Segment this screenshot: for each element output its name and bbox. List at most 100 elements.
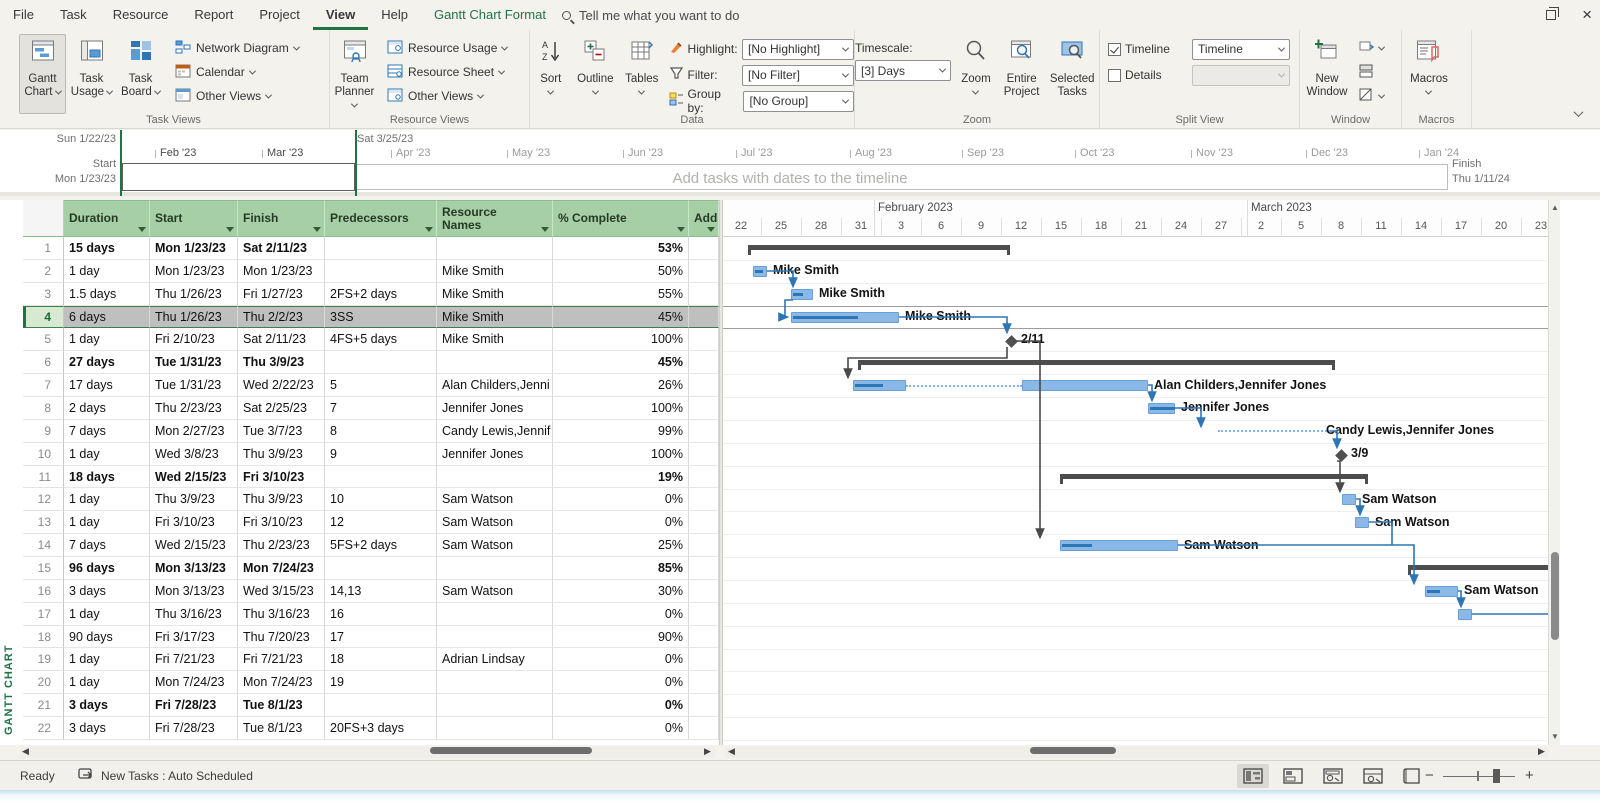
table-cell[interactable]: Thu 2/23/23 xyxy=(238,534,325,557)
zoom-slider-track[interactable] xyxy=(1443,776,1515,778)
table-cell[interactable]: 0% xyxy=(553,648,689,671)
table-cell[interactable]: Fri 3/10/23 xyxy=(238,466,325,489)
table-cell[interactable]: 0% xyxy=(553,603,689,626)
table-cell[interactable]: 45% xyxy=(553,306,689,329)
task-usage-view-button[interactable] xyxy=(1277,764,1309,788)
table-cell[interactable]: 3 days xyxy=(64,717,150,740)
resource-usage-button[interactable]: Resource Usage xyxy=(383,36,511,60)
table-cell[interactable]: Alan Childers,Jenni xyxy=(437,374,553,397)
table-cell[interactable] xyxy=(689,283,719,306)
table-cell[interactable] xyxy=(437,466,553,489)
table-cell[interactable]: Fri 7/21/23 xyxy=(150,648,238,671)
row-number[interactable]: 18 xyxy=(23,626,64,649)
menu-item-project[interactable]: Project xyxy=(246,0,312,30)
table-cell[interactable] xyxy=(325,351,437,374)
table-cell[interactable] xyxy=(437,237,553,260)
table-cell[interactable]: 15 days xyxy=(64,237,150,260)
table-cell[interactable]: Wed 2/15/23 xyxy=(150,466,238,489)
table-cell[interactable]: Fri 2/10/23 xyxy=(150,328,238,351)
table-cell[interactable]: 53% xyxy=(553,237,689,260)
table-cell[interactable]: 17 xyxy=(325,626,437,649)
task-board-button[interactable]: Task Board xyxy=(117,34,164,114)
menu-item-report[interactable]: Report xyxy=(181,0,246,30)
task-bar[interactable] xyxy=(791,289,813,300)
table-cell[interactable]: Sat 2/11/23 xyxy=(238,328,325,351)
highlight-dropdown[interactable]: [No Highlight] xyxy=(742,39,854,60)
hide-window-button[interactable] xyxy=(1354,84,1388,108)
table-cell[interactable] xyxy=(689,626,719,649)
table-cell[interactable]: Fri 7/21/23 xyxy=(238,648,325,671)
table-cell[interactable]: 19 xyxy=(325,671,437,694)
table-cell[interactable] xyxy=(689,443,719,466)
table-cell[interactable]: 14,13 xyxy=(325,580,437,603)
milestone-diamond[interactable] xyxy=(1005,335,1018,348)
team-planner-button[interactable]: Team Planner xyxy=(331,34,378,114)
table-cell[interactable]: Fri 1/27/23 xyxy=(238,283,325,306)
table-cell[interactable]: Tue 1/31/23 xyxy=(150,351,238,374)
table-cell[interactable]: 55% xyxy=(553,283,689,306)
task-bar[interactable] xyxy=(1355,517,1369,528)
table-cell[interactable]: 3 days xyxy=(64,694,150,717)
row-number[interactable]: 8 xyxy=(23,397,64,420)
table-cell[interactable] xyxy=(437,717,553,740)
filter-arrow-icon[interactable] xyxy=(677,227,685,232)
sheet-hscroll-thumb[interactable] xyxy=(430,747,592,754)
row-number[interactable]: 6 xyxy=(23,351,64,374)
new-tasks-mode[interactable]: New Tasks : Auto Scheduled xyxy=(78,761,253,791)
menu-item-help[interactable]: Help xyxy=(368,0,421,30)
column-header-finish[interactable]: Finish xyxy=(238,200,325,237)
calendar-button[interactable]: Calendar xyxy=(171,60,303,84)
summary-bar[interactable] xyxy=(1408,565,1548,570)
table-cell[interactable]: Sam Watson xyxy=(437,511,553,534)
sheet-scroll-right-arrow[interactable]: ▶ xyxy=(704,745,711,757)
table-cell[interactable]: Thu 3/9/23 xyxy=(238,351,325,374)
table-cell[interactable]: Jennifer Jones xyxy=(437,397,553,420)
table-cell[interactable]: Thu 2/23/23 xyxy=(150,397,238,420)
row-number[interactable]: 22 xyxy=(23,717,64,740)
table-cell[interactable]: Mon 1/23/23 xyxy=(150,237,238,260)
table-cell[interactable]: Fri 3/10/23 xyxy=(238,511,325,534)
table-cell[interactable]: 27 days xyxy=(64,351,150,374)
table-cell[interactable]: Sam Watson xyxy=(437,488,553,511)
chart-scroll-left-arrow[interactable]: ◀ xyxy=(728,745,735,757)
table-cell[interactable] xyxy=(689,694,719,717)
column-header-start[interactable]: Start xyxy=(150,200,238,237)
new-window-button[interactable]: New Window xyxy=(1301,34,1353,114)
table-cell[interactable]: 1 day xyxy=(64,260,150,283)
table-cell[interactable] xyxy=(437,694,553,717)
table-cell[interactable]: Fri 3/17/23 xyxy=(150,626,238,649)
table-cell[interactable]: Tue 8/1/23 xyxy=(238,694,325,717)
table-cell[interactable]: Adrian Lindsay xyxy=(437,648,553,671)
collapse-ribbon-button[interactable] xyxy=(1575,104,1582,122)
table-cell[interactable]: Mon 7/24/23 xyxy=(238,557,325,580)
summary-bar[interactable] xyxy=(858,360,1335,365)
table-cell[interactable]: Mon 1/23/23 xyxy=(150,260,238,283)
table-cell[interactable]: Thu 3/16/23 xyxy=(150,603,238,626)
table-cell[interactable]: 100% xyxy=(553,443,689,466)
switch-windows-button[interactable] xyxy=(1354,36,1388,60)
table-cell[interactable] xyxy=(689,717,719,740)
table-cell[interactable] xyxy=(689,534,719,557)
table-cell[interactable]: 1 day xyxy=(64,603,150,626)
table-cell[interactable] xyxy=(437,557,553,580)
table-cell[interactable] xyxy=(689,557,719,580)
timeline-checkbox[interactable] xyxy=(1108,43,1121,56)
task-bar[interactable] xyxy=(1148,403,1175,414)
table-cell[interactable] xyxy=(689,671,719,694)
resource-sheet-button[interactable]: Resource Sheet xyxy=(383,60,511,84)
arrange-all-button[interactable] xyxy=(1354,60,1388,84)
timeline-pan-window[interactable] xyxy=(122,163,355,191)
table-cell[interactable]: Sam Watson xyxy=(437,534,553,557)
zoom-in-button[interactable]: + xyxy=(1525,761,1534,791)
table-cell[interactable]: 0% xyxy=(553,488,689,511)
table-cell[interactable] xyxy=(689,603,719,626)
sheet-hscroll-track[interactable] xyxy=(20,747,715,758)
table-cell[interactable]: 5 xyxy=(325,374,437,397)
table-cell[interactable]: Tue 8/1/23 xyxy=(238,717,325,740)
table-cell[interactable] xyxy=(689,328,719,351)
team-planner-view-button[interactable] xyxy=(1317,764,1349,788)
row-number[interactable]: 3 xyxy=(23,283,64,306)
menu-item-file[interactable]: File xyxy=(0,0,47,30)
task-bar[interactable] xyxy=(1342,494,1356,505)
tables-button[interactable]: Tables xyxy=(620,34,664,114)
